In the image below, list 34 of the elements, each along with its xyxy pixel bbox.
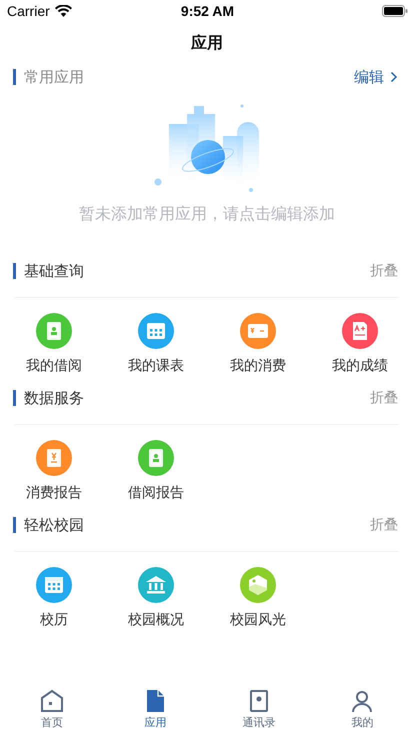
section-title: 轻松校园: [24, 516, 85, 534]
page-title: 应用: [191, 32, 223, 54]
app-label: 我的课表: [128, 357, 184, 375]
home-icon: [38, 688, 65, 714]
edit-link[interactable]: 编辑: [354, 68, 398, 86]
collapse-link[interactable]: 折叠: [370, 389, 398, 407]
app-label: 借阅报告: [128, 484, 184, 502]
carrier-label: Carrier: [7, 3, 50, 19]
app-label: 我的消费: [230, 357, 286, 375]
receipt-app-icon[interactable]: [36, 440, 72, 476]
collapse-link[interactable]: 折叠: [370, 262, 398, 280]
scenery-app-icon[interactable]: [240, 567, 276, 603]
card-app-icon[interactable]: [240, 313, 276, 349]
battery-icon: [382, 5, 408, 17]
app-label: 消费报告: [26, 484, 82, 502]
book-app-icon[interactable]: [138, 440, 174, 476]
building-app-icon[interactable]: [138, 567, 174, 603]
grid-app-icon[interactable]: [138, 313, 174, 349]
chevron-right-icon: [390, 71, 398, 83]
app-label: 校园概况: [128, 611, 184, 629]
section-title: 常用应用: [24, 68, 85, 86]
app-label: 校历: [40, 611, 68, 629]
section-title: 数据服务: [24, 388, 85, 408]
status-time: 9:52 AM: [180, 3, 234, 19]
app-label: 我的成绩: [332, 357, 388, 375]
grade-app-icon[interactable]: [342, 313, 378, 349]
wifi-icon: [54, 5, 72, 17]
collapse-link[interactable]: 折叠: [370, 516, 398, 534]
app-label: 我的借阅: [26, 357, 82, 375]
empty-message: 暂未添加常用应用，请点击编辑添加: [79, 204, 335, 225]
book-app-icon[interactable]: [36, 313, 72, 349]
app-label: 校园风光: [230, 611, 286, 629]
section-title: 基础查询: [24, 262, 85, 280]
calendar-app-icon[interactable]: [36, 567, 72, 603]
